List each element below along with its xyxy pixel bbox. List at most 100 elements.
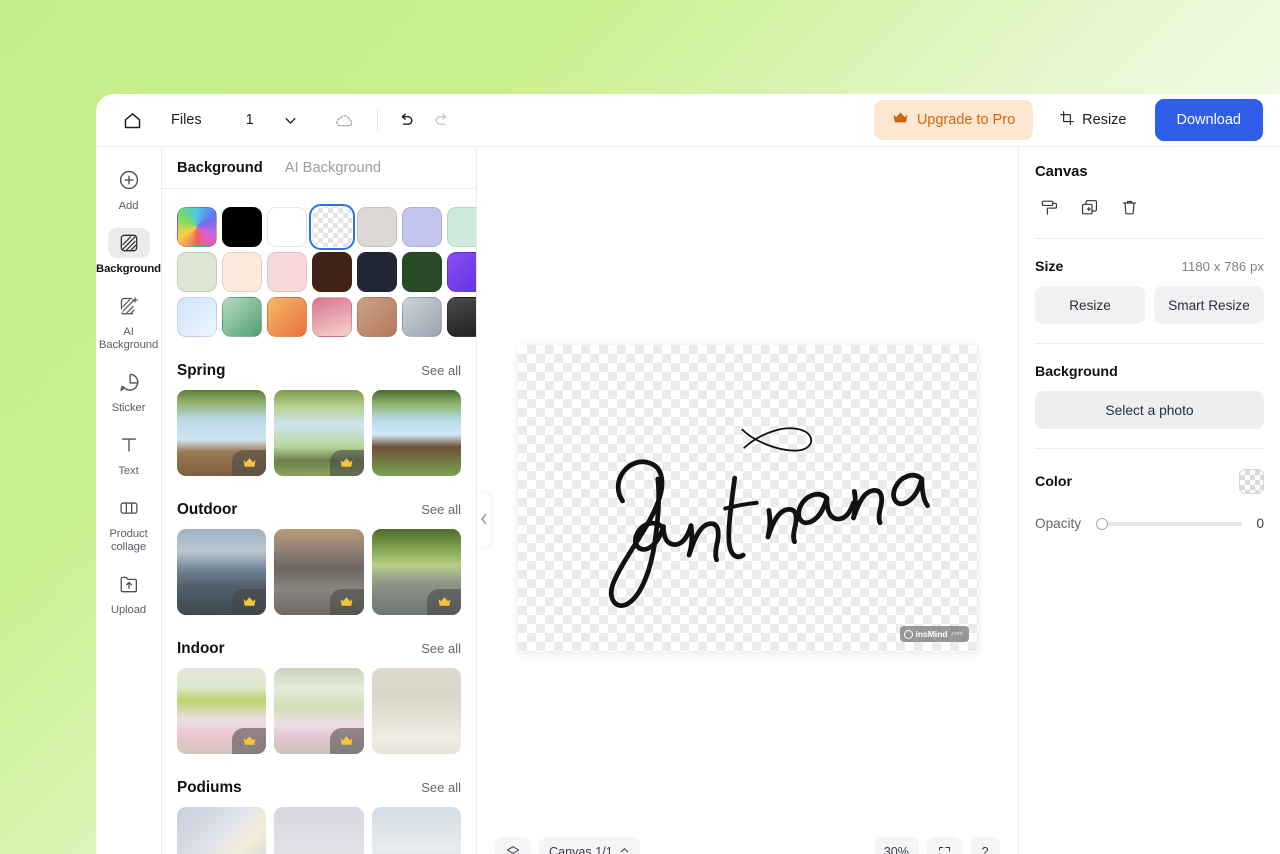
- upgrade-to-pro-button[interactable]: Upgrade to Pro: [873, 100, 1034, 140]
- thumbnail-outdoor-city-road[interactable]: [177, 529, 267, 615]
- swatch-warm-grey[interactable]: [357, 207, 397, 247]
- thumbnail-spring-bench-grass[interactable]: [371, 390, 461, 476]
- swatch-rainbow[interactable]: [177, 207, 217, 247]
- sidebar-item-product-collage[interactable]: Product collage: [100, 487, 158, 561]
- size-row: Size 1180 x 786 px: [1035, 259, 1264, 275]
- artwork-signature[interactable]: [518, 345, 978, 652]
- swatch-charcoal-gradient[interactable]: [447, 297, 476, 337]
- watermark-suffix: .com: [950, 631, 963, 637]
- thumbnail-podium-sheer-fabric[interactable]: [371, 807, 461, 854]
- swatch-midnight[interactable]: [357, 252, 397, 292]
- app-window: Files 1 Upgrade to Pro Resize Download A…: [96, 94, 1280, 854]
- tab-ai-background[interactable]: AI Background: [285, 160, 381, 176]
- panel-divider-1: [1035, 343, 1264, 344]
- undo-icon[interactable]: [388, 102, 424, 138]
- sidebar-item-background[interactable]: Background: [96, 222, 161, 283]
- sidebar-label-background: Background: [96, 263, 161, 275]
- opacity-slider[interactable]: [1096, 517, 1242, 530]
- thumbnail-podium-window-light[interactable]: [177, 807, 267, 854]
- sidebar-label-text: Text: [118, 465, 139, 477]
- see-all-link-outdoor[interactable]: See all: [421, 502, 461, 517]
- opacity-label: Opacity: [1035, 516, 1082, 531]
- see-all-link-podiums[interactable]: See all: [421, 780, 461, 795]
- background-panel-content[interactable]: Spring See all Outdoor See all Indoor See all…: [162, 189, 476, 854]
- sidebar-item-ai-background[interactable]: AI Background: [99, 285, 158, 359]
- thumbnail-indoor-green-curtain-table[interactable]: [274, 668, 364, 754]
- smart-resize-button[interactable]: Smart Resize: [1154, 286, 1264, 324]
- swatch-blush[interactable]: [267, 252, 307, 292]
- swatch-ice-blue-gradient[interactable]: [177, 297, 217, 337]
- hatch-sparkle-icon: [108, 291, 150, 321]
- swatch-transparent[interactable]: [309, 204, 355, 250]
- pro-crown-icon: [232, 589, 267, 615]
- canvas-page-label: Canvas 1/1: [549, 845, 613, 854]
- help-button[interactable]: ?: [970, 837, 1000, 854]
- panel-resize-button[interactable]: Resize: [1035, 286, 1145, 324]
- zoom-level-button[interactable]: 30%: [873, 837, 919, 854]
- size-label: Size: [1035, 259, 1064, 275]
- swatch-white[interactable]: [267, 207, 307, 247]
- swatch-violet-gradient[interactable]: [447, 252, 476, 292]
- swatch-forest-green[interactable]: [402, 252, 442, 292]
- upgrade-to-pro-label: Upgrade to Pro: [916, 112, 1016, 128]
- thumbnail-spring-leaves-wood-table[interactable]: [177, 390, 267, 476]
- swatch-green-gradient[interactable]: [222, 297, 262, 337]
- thumbnail-indoor-window-pink-cloth[interactable]: [177, 668, 267, 754]
- resize-label: Resize: [1082, 112, 1127, 128]
- swatch-mint[interactable]: [447, 207, 476, 247]
- swatch-pink-gradient[interactable]: [312, 297, 352, 337]
- thumbnail-outdoor-paris-cobblestone[interactable]: [274, 529, 364, 615]
- pro-crown-icon: [427, 589, 461, 615]
- trash-icon[interactable]: [1115, 194, 1143, 220]
- duplicate-add-icon[interactable]: [1075, 194, 1103, 220]
- layers-icon[interactable]: [495, 837, 531, 854]
- sidebar-label-upload: Upload: [110, 604, 147, 616]
- opacity-slider-knob[interactable]: [1096, 517, 1108, 530]
- sidebar-item-sticker[interactable]: Sticker: [100, 361, 158, 422]
- tab-background[interactable]: Background: [177, 160, 263, 176]
- canvas-page-selector[interactable]: Canvas 1/1: [539, 837, 640, 854]
- section-header-spring: Spring See all: [177, 362, 461, 380]
- swatch-dark-brown[interactable]: [312, 252, 352, 292]
- sidebar-label-product-collage: Product collage: [109, 528, 148, 553]
- select-a-photo-button[interactable]: Select a photo: [1035, 391, 1264, 429]
- sidebar-item-text[interactable]: Text: [100, 424, 158, 485]
- thumbnail-outdoor-forest-road[interactable]: [371, 529, 461, 615]
- thumbnail-podium-glass-block[interactable]: [274, 807, 364, 854]
- sidebar-item-upload[interactable]: Upload: [100, 563, 158, 624]
- fit-screen-icon[interactable]: [927, 837, 962, 854]
- paint-roller-icon[interactable]: [1035, 194, 1063, 220]
- swatch-cream[interactable]: [222, 252, 262, 292]
- canvas-stage[interactable]: insMind .com: [517, 345, 978, 652]
- background-category-sections: Spring See all Outdoor See all Indoor See all…: [177, 362, 461, 854]
- sticker-icon: [108, 367, 150, 397]
- swatch-periwinkle[interactable]: [402, 207, 442, 247]
- panel-collapse-toggle[interactable]: [477, 492, 491, 548]
- color-label: Color: [1035, 473, 1073, 490]
- files-menu[interactable]: Files: [171, 112, 202, 128]
- home-icon[interactable]: [114, 102, 150, 138]
- cloud-save-icon[interactable]: [327, 102, 363, 138]
- redo-icon[interactable]: [424, 102, 460, 138]
- background-panel-tabs: Background AI Background: [162, 147, 476, 189]
- download-button[interactable]: Download: [1154, 99, 1263, 141]
- thumbnail-indoor-vase-towels[interactable]: [371, 668, 461, 754]
- thumbnail-spring-meadow-plank[interactable]: [274, 390, 364, 476]
- swatch-black[interactable]: [222, 207, 262, 247]
- swatch-sage[interactable]: [177, 252, 217, 292]
- resize-button[interactable]: Resize: [1045, 100, 1140, 140]
- watermark-logo-icon: [903, 629, 913, 639]
- page-number[interactable]: 1: [246, 112, 254, 128]
- plus-circle-icon: [108, 165, 150, 195]
- canvas-area[interactable]: insMind .com Canvas 1/1 30% ?: [477, 147, 1018, 854]
- color-swatch-button[interactable]: [1239, 469, 1264, 494]
- swatch-tan-gradient[interactable]: [357, 297, 397, 337]
- see-all-link-spring[interactable]: See all: [421, 363, 461, 378]
- chevron-down-icon[interactable]: [273, 102, 309, 138]
- swatch-orange-gradient[interactable]: [267, 297, 307, 337]
- bottom-bar-right: 30% ?: [873, 837, 1000, 854]
- sidebar-item-add[interactable]: Add: [100, 159, 158, 220]
- see-all-link-indoor[interactable]: See all: [421, 641, 461, 656]
- swatch-steel-gradient[interactable]: [402, 297, 442, 337]
- section-header-outdoor: Outdoor See all: [177, 501, 461, 519]
